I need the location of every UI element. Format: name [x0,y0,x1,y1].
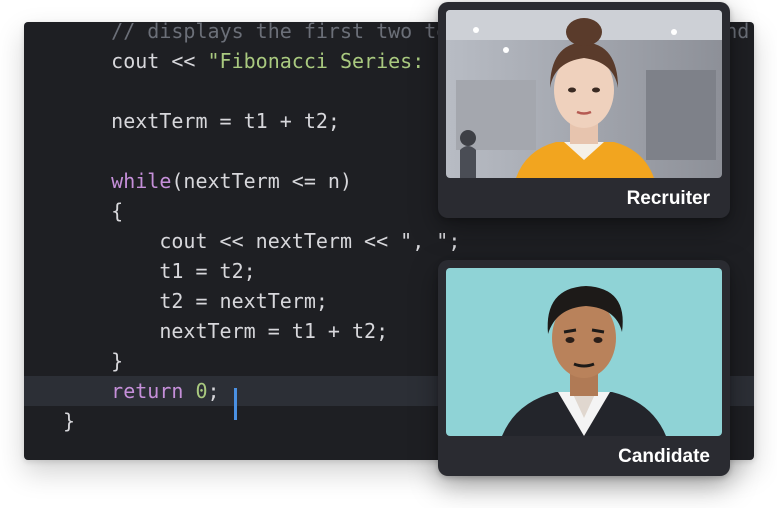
code-token: } [63,349,124,373]
code-token: } [63,409,76,433]
code-line-text: t2 = nextTerm; [63,286,328,316]
recruiter-video-tile[interactable]: Recruiter [438,2,730,218]
code-token: nextTerm = t1 + t2; [63,109,340,133]
code-token: { [63,199,124,223]
candidate-image [446,268,722,436]
recruiter-name-label: Recruiter [626,188,710,209]
code-string: "Fibonacci Series: " [207,49,449,73]
code-line-text: } [63,346,123,376]
code-token: (nextTerm <= n) [171,169,353,193]
code-token: t1 = t2; [63,259,256,283]
code-line-text: return 0; [63,376,220,406]
code-number: 0 [195,379,208,403]
code-token: t2 = nextTerm; [63,289,328,313]
code-line[interactable]: cout << nextTerm << ", "; [24,226,754,256]
candidate-video-feed [446,268,722,436]
recruiter-video-feed [446,10,722,178]
code-line-text: t1 = t2; [63,256,256,286]
code-token: ; [207,379,220,403]
candidate-video-tile[interactable]: Candidate [438,260,730,476]
code-line-text: cout << nextTerm << ", "; [63,226,460,256]
code-token: cout << nextTerm << ", "; [63,229,461,253]
text-cursor [234,388,237,420]
code-token: cout << [63,49,208,73]
code-keyword: while [111,169,172,193]
code-line-text: nextTerm = t1 + t2; [63,316,388,346]
code-line-text: nextTerm = t1 + t2; [63,106,340,136]
recruiter-image [446,10,722,178]
code-line-text: while(nextTerm <= n) [63,166,352,196]
code-keyword: return [111,379,184,403]
code-token: nextTerm = t1 + t2; [63,319,389,343]
code-line-text: { [63,196,123,226]
code-line-text: } [63,406,75,436]
candidate-name-label: Candidate [618,446,710,467]
